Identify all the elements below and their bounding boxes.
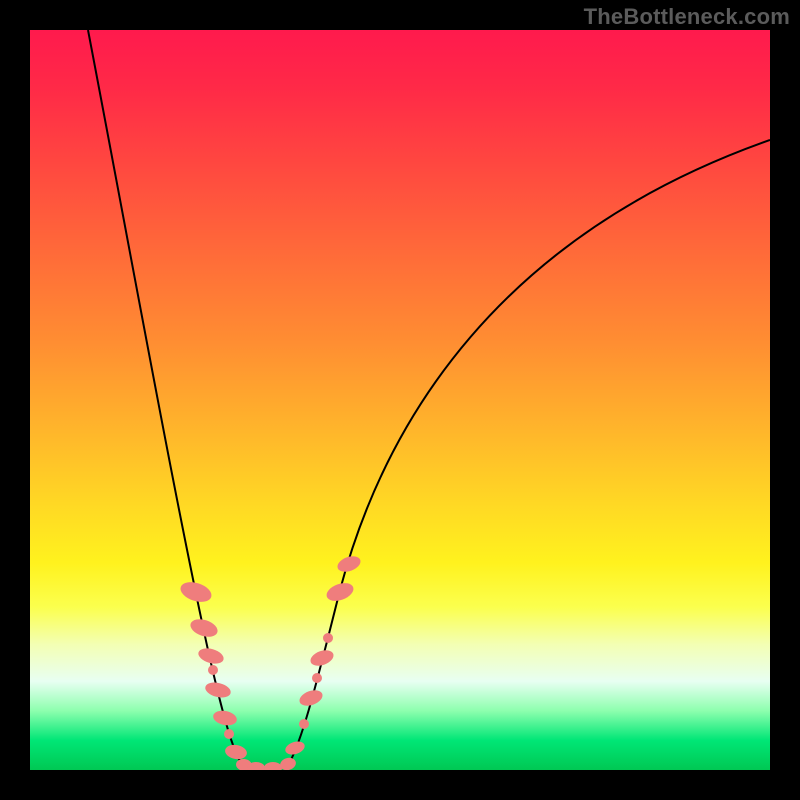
curve-marker xyxy=(188,616,220,640)
curve-marker xyxy=(224,729,234,739)
curve-marker xyxy=(308,647,335,668)
curve-marker xyxy=(324,580,356,605)
curve-marker xyxy=(208,665,218,675)
right-curve xyxy=(285,140,770,770)
curve-marker xyxy=(299,719,309,729)
curve-marker xyxy=(204,680,233,700)
chart-frame: TheBottleneck.com xyxy=(0,0,800,800)
curve-marker xyxy=(224,743,248,761)
curve-marker xyxy=(212,709,238,728)
curve-marker xyxy=(264,762,282,770)
gradient-plot-area xyxy=(30,30,770,770)
curve-layer xyxy=(30,30,770,770)
curve-marker xyxy=(323,633,333,643)
left-curve xyxy=(88,30,250,770)
curve-marker xyxy=(284,739,307,757)
marker-layer xyxy=(178,553,363,770)
curve-marker xyxy=(178,578,214,605)
watermark-text: TheBottleneck.com xyxy=(584,4,790,30)
curve-marker xyxy=(312,673,322,683)
